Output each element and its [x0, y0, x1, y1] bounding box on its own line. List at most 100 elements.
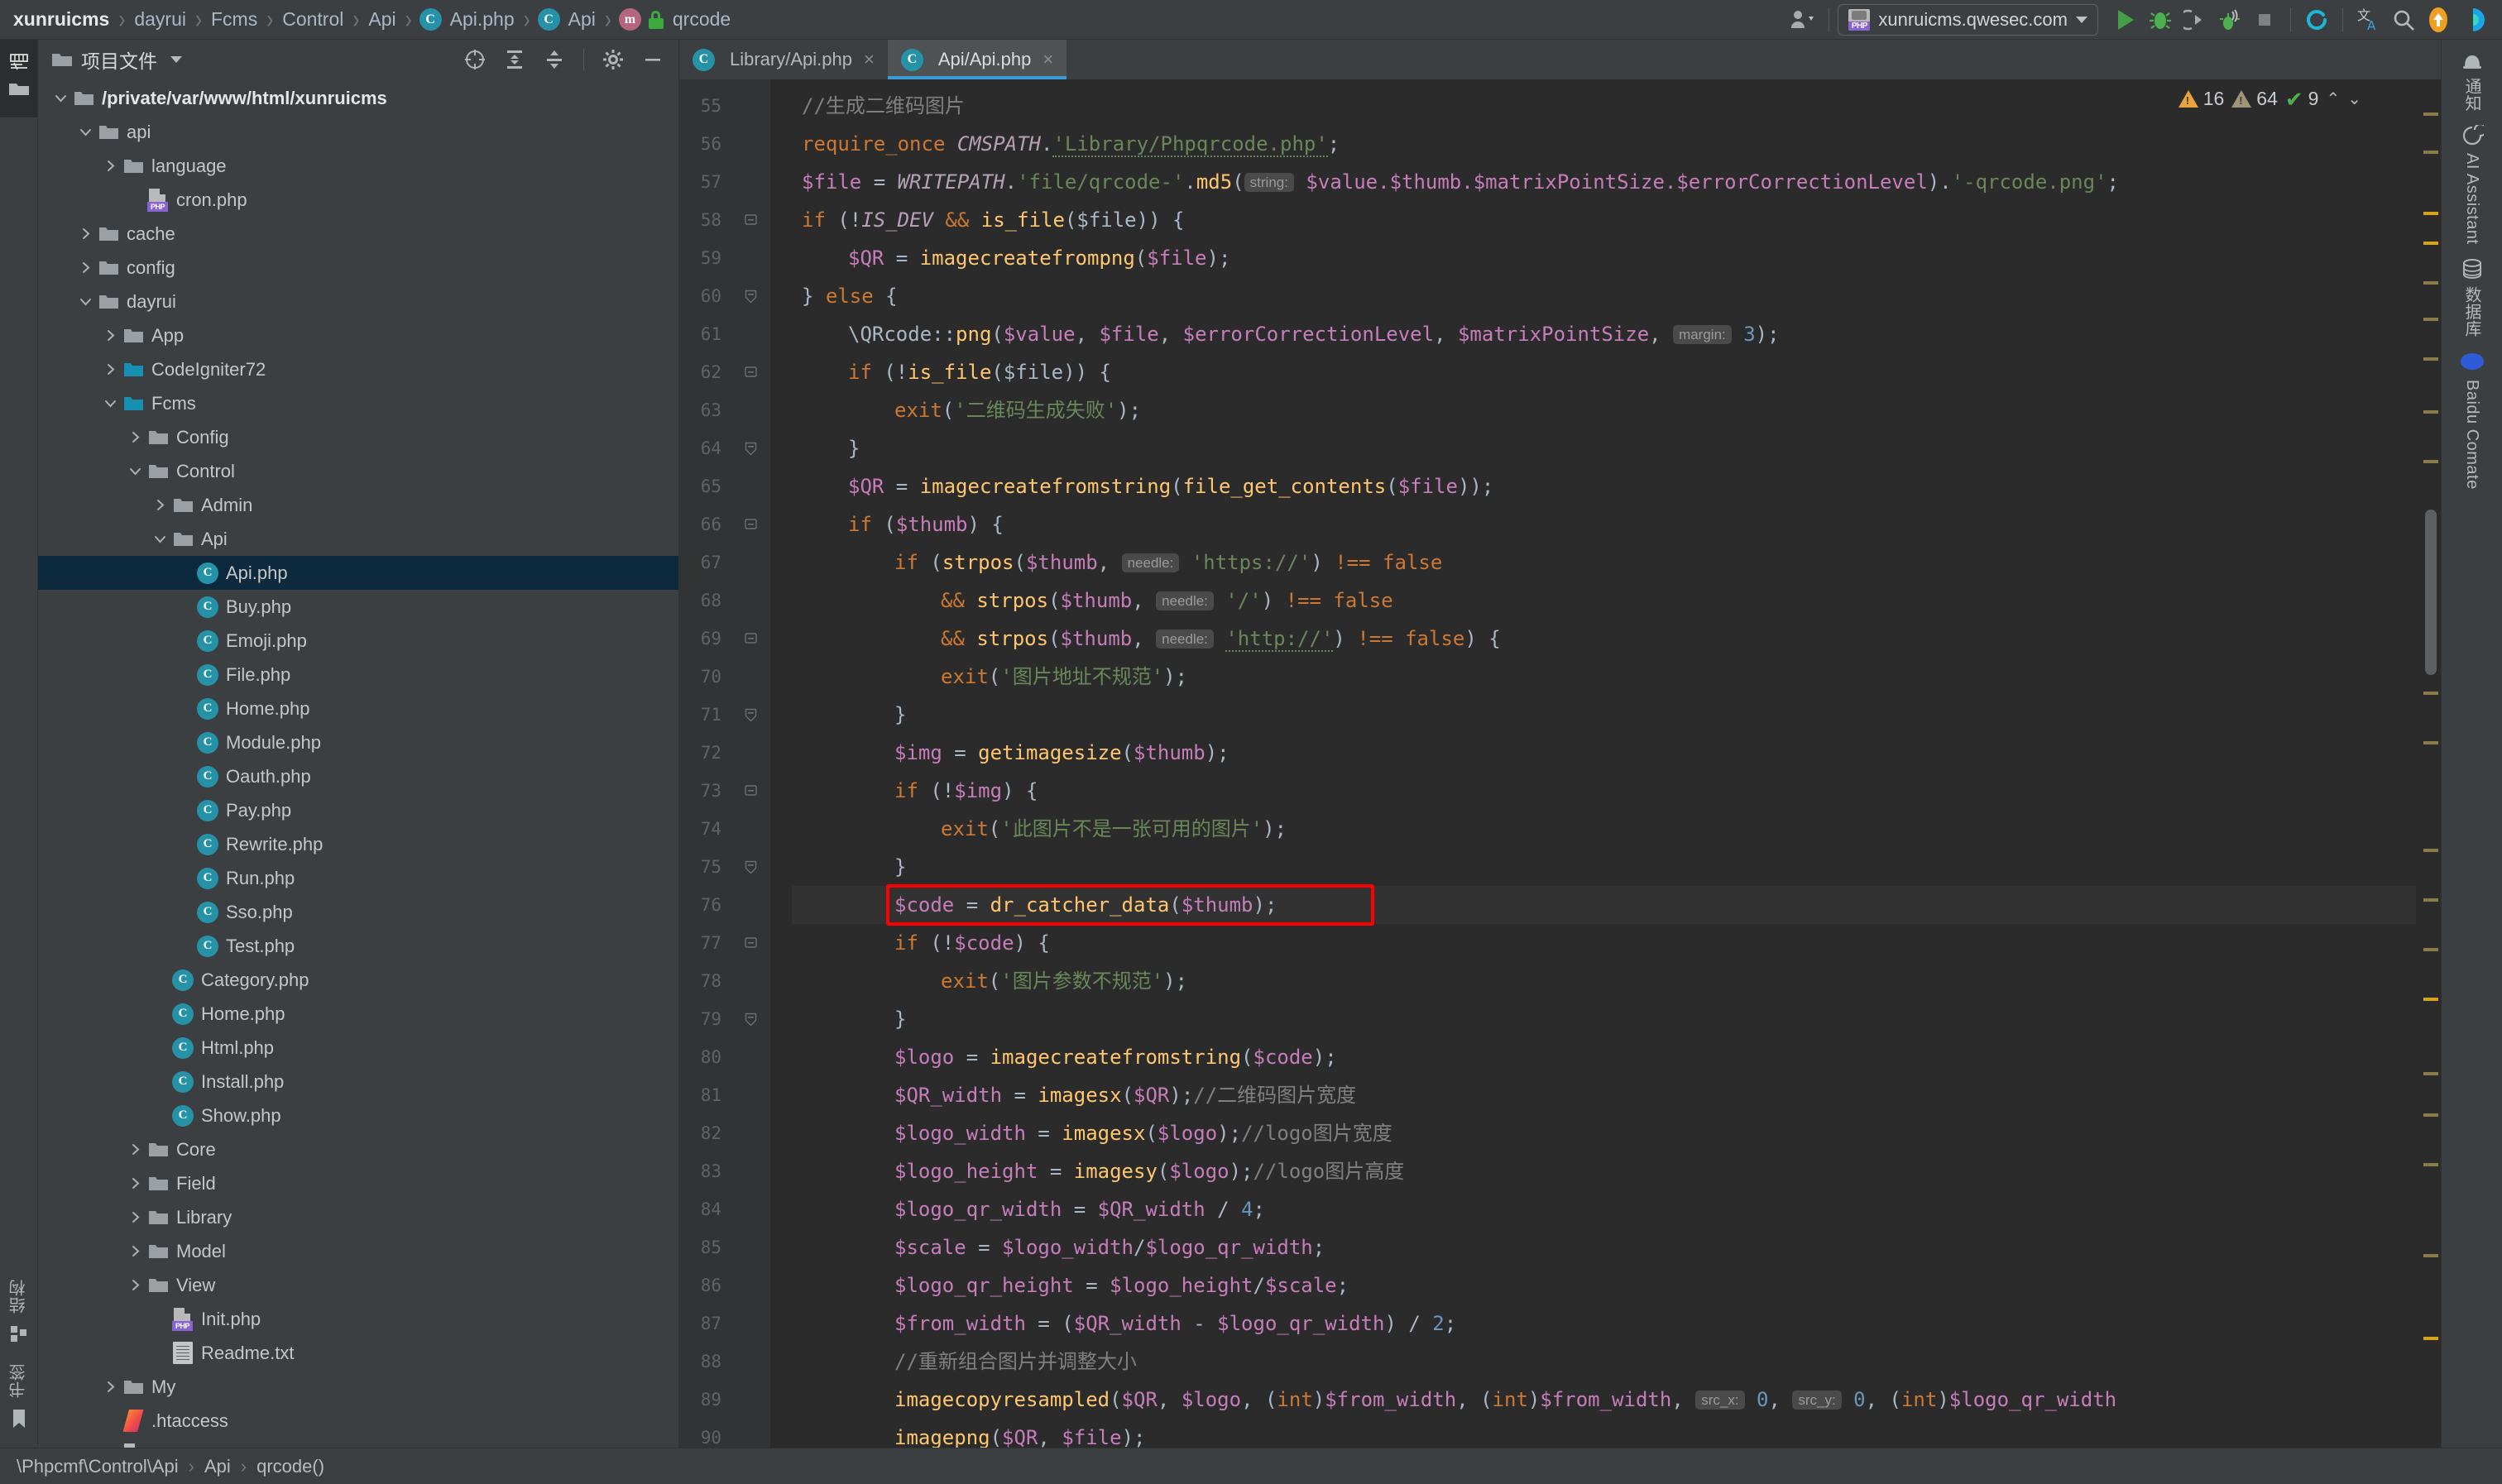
tree-item-private-var-www-html-xunruicms[interactable]: /private/var/www/html/xunruicms — [38, 81, 678, 115]
tree-item-run-php[interactable]: C Run.php — [38, 861, 678, 895]
fold-marker[interactable] — [731, 353, 770, 391]
bookmark-icon[interactable] — [8, 1408, 30, 1429]
chevron-down-icon[interactable] — [74, 295, 96, 308]
fold-marker[interactable] — [731, 772, 770, 810]
structure-icon[interactable] — [8, 1324, 30, 1345]
close-icon[interactable]: × — [864, 49, 875, 70]
profile-button[interactable] — [2212, 4, 2247, 36]
code-line-86[interactable]: $logo_qr_height = $logo_height/$scale; — [792, 1266, 2416, 1304]
breadcrumb-item-api-class[interactable]: Api — [567, 8, 597, 31]
tree-item-html-php[interactable]: C Html.php — [38, 1031, 678, 1065]
tree-item-install-php[interactable]: C Install.php — [38, 1065, 678, 1099]
code-line-57[interactable]: $file = WRITEPATH.'file/qrcode-'.md5(str… — [792, 163, 2416, 201]
tree-item-fcms[interactable]: Fcms — [38, 386, 678, 420]
code-line-69[interactable]: && strpos($thumb, needle: 'http://') !==… — [792, 620, 2416, 658]
code-line-55[interactable]: //生成二维码图片 — [792, 87, 2416, 125]
tree-item-my[interactable]: My — [38, 1370, 678, 1404]
breadcrumb-project[interactable]: xunruicms — [12, 8, 111, 31]
code-line-89[interactable]: imagecopyresampled($QR, $logo, (int)$fro… — [792, 1381, 2416, 1419]
tree-item-control[interactable]: Control — [38, 454, 678, 488]
breadcrumb-item-api-php[interactable]: Api.php — [448, 8, 516, 31]
code-line-60[interactable]: } else { — [792, 277, 2416, 315]
tree-item-api-php[interactable]: PHPapi.php — [38, 1438, 678, 1448]
inspection-widget[interactable]: 16 64 ✔ 9 ⌃ ⌄ — [2178, 88, 2361, 110]
code-line-56[interactable]: require_once CMSPATH.'Library/Phpqrcode.… — [792, 125, 2416, 163]
chevron-right-icon[interactable] — [124, 431, 146, 443]
tab-library-api-php[interactable]: C Library/Api.php × — [679, 40, 888, 79]
tree-item-module-php[interactable]: C Module.php — [38, 725, 678, 759]
folder-icon[interactable] — [8, 78, 30, 99]
tree-item-api-php[interactable]: C Api.php — [38, 556, 678, 590]
code-text[interactable]: //生成二维码图片 require_once CMSPATH.'Library/P… — [792, 79, 2416, 1448]
fold-marker[interactable] — [731, 848, 770, 886]
code-line-85[interactable]: $scale = $logo_width/$logo_qr_width; — [792, 1228, 2416, 1266]
chevron-right-icon[interactable] — [74, 227, 96, 240]
code-viewport[interactable]: 55 56 57 58 59 60 61 62 63 64 65 66 67 68 69 70 71 72 73 74… — [679, 79, 2441, 1448]
weak-warning-count-group[interactable]: 64 — [2231, 88, 2278, 110]
chevron-right-icon[interactable] — [99, 329, 121, 342]
code-line-63[interactable]: exit('二维码生成失败'); — [792, 391, 2416, 429]
tree-item-category-php[interactable]: C Category.php — [38, 963, 678, 997]
tree-item-test-php[interactable]: C Test.php — [38, 929, 678, 963]
code-line-74[interactable]: exit('此图片不是一张可用的图片'); — [792, 810, 2416, 848]
search-icon[interactable] — [2386, 4, 2421, 36]
chevron-right-icon[interactable] — [74, 261, 96, 274]
code-line-78[interactable]: exit('图片参数不规范'); — [792, 962, 2416, 1000]
fold-marker[interactable] — [731, 696, 770, 734]
tree-item-htaccess[interactable]: .htaccess — [38, 1404, 678, 1438]
chevron-right-icon[interactable] — [149, 499, 170, 511]
fold-marker[interactable] — [731, 201, 770, 239]
code-line-77[interactable]: if (!$code) { — [792, 924, 2416, 962]
code-line-76[interactable]: $code = dr_catcher_data($thumb); — [792, 886, 2416, 924]
tree-item-app[interactable]: App — [38, 318, 678, 352]
code-line-58[interactable]: if (!IS_DEV && is_file($file)) { — [792, 201, 2416, 239]
project-file-tree[interactable]: /private/var/www/html/xunruicms api langua… — [38, 79, 678, 1448]
breadcrumb-item-control[interactable]: Control — [280, 8, 345, 31]
run-button[interactable] — [2108, 4, 2143, 36]
chevron-down-icon[interactable] — [74, 126, 96, 138]
code-line-62[interactable]: if (!is_file($file)) { — [792, 353, 2416, 391]
ai-assistant-tool-button[interactable]: AI Assistant — [2461, 125, 2484, 245]
breadcrumb-item-qrcode[interactable]: qrcode — [671, 8, 732, 31]
tree-item-model[interactable]: Model — [38, 1234, 678, 1268]
code-line-80[interactable]: $logo = imagecreatefromstring($code); — [792, 1038, 2416, 1076]
tree-item-pay-php[interactable]: C Pay.php — [38, 793, 678, 827]
chevron-right-icon[interactable] — [99, 1381, 121, 1393]
chevron-down-icon[interactable] — [170, 56, 182, 63]
code-line-68[interactable]: && strpos($thumb, needle: '/') !== false — [792, 582, 2416, 620]
breadcrumb-item-dayrui[interactable]: dayrui — [132, 8, 188, 31]
run-configuration-selector[interactable]: PHP xunruicms.qwesec.com — [1838, 3, 2098, 36]
code-line-79[interactable]: } — [792, 1000, 2416, 1038]
fold-marker[interactable] — [731, 924, 770, 962]
chevron-down-icon[interactable] — [50, 92, 71, 104]
structure-tool-label[interactable]: 结构 — [7, 1279, 31, 1314]
debug-button[interactable] — [2143, 4, 2178, 36]
fold-marker[interactable] — [731, 429, 770, 467]
chevron-right-icon[interactable] — [99, 160, 121, 172]
code-folding-gutter[interactable] — [731, 79, 770, 1448]
code-line-84[interactable]: $logo_qr_width = $QR_width / 4; — [792, 1190, 2416, 1228]
breadcrumb-item-api[interactable]: Api — [367, 8, 397, 31]
code-line-83[interactable]: $logo_height = imagesy($logo);//logo图片高度 — [792, 1152, 2416, 1190]
error-stripe-scrollbar[interactable] — [2416, 79, 2441, 1448]
chevron-up-icon[interactable]: ⌃ — [2326, 89, 2340, 109]
translate-icon[interactable]: 文A — [2351, 4, 2386, 36]
breadcrumb-item-fcms[interactable]: Fcms — [209, 8, 259, 31]
code-line-59[interactable]: $QR = imagecreatefrompng($file); — [792, 239, 2416, 277]
nav-breadcrumb-method[interactable]: qrcode() — [256, 1456, 324, 1477]
tree-item-rewrite-php[interactable]: C Rewrite.php — [38, 827, 678, 861]
tree-item-dayrui[interactable]: dayrui — [38, 285, 678, 318]
chevron-right-icon[interactable] — [124, 1211, 146, 1223]
code-line-75[interactable]: } — [792, 848, 2416, 886]
fold-marker[interactable] — [731, 277, 770, 315]
fold-marker[interactable] — [731, 620, 770, 658]
expand-all-icon[interactable] — [499, 44, 530, 75]
fold-marker[interactable] — [731, 505, 770, 543]
tree-item-admin[interactable]: Admin — [38, 488, 678, 522]
crosshair-icon[interactable] — [459, 44, 491, 75]
code-line-66[interactable]: if ($thumb) { — [792, 505, 2416, 543]
collapse-all-icon[interactable] — [539, 44, 570, 75]
tree-item-readme-txt[interactable]: Readme.txt — [38, 1336, 678, 1370]
tree-item-language[interactable]: language — [38, 149, 678, 183]
nav-breadcrumb-class[interactable]: Api — [204, 1456, 231, 1477]
